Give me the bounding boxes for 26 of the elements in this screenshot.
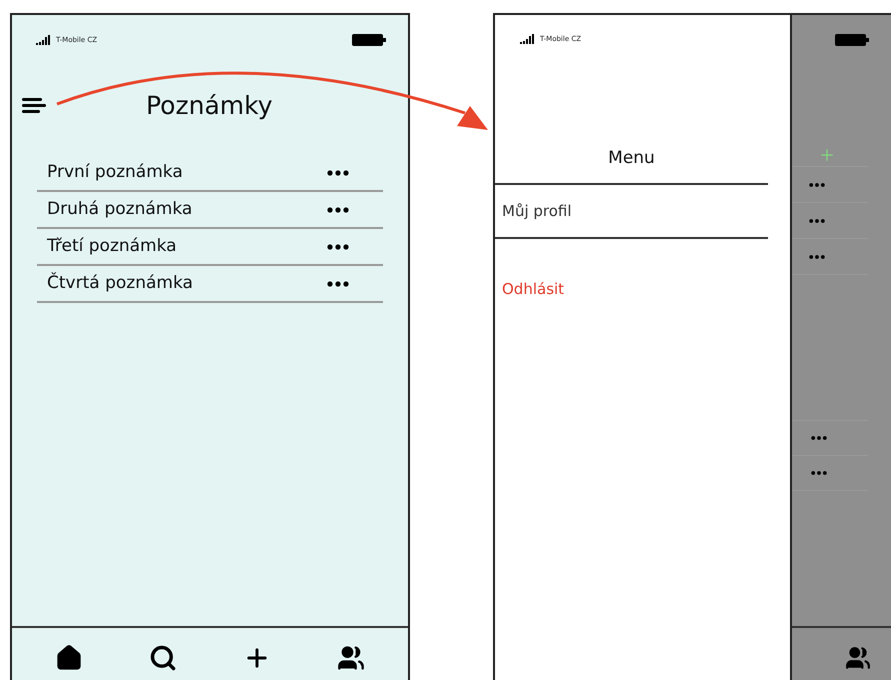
more-icon[interactable] (327, 280, 349, 286)
more-icon[interactable] (809, 218, 825, 224)
menu-item[interactable]: Odhlásit (502, 280, 564, 298)
people-icon[interactable] (845, 645, 871, 671)
battery-icon (835, 34, 869, 46)
home-icon[interactable] (55, 644, 83, 672)
more-icon[interactable] (809, 182, 825, 188)
menu-icon[interactable] (22, 98, 46, 114)
signal-icon (520, 34, 534, 44)
more-icon[interactable] (327, 244, 349, 250)
search-icon[interactable] (149, 644, 177, 672)
people-icon[interactable] (337, 644, 365, 672)
more-icon[interactable] (327, 170, 349, 176)
menu-item[interactable]: Můj profil (502, 200, 572, 222)
menu-title: Menu (608, 148, 655, 168)
signal-icon (36, 35, 50, 45)
more-icon[interactable] (811, 435, 827, 441)
note-item[interactable]: První poznámka (37, 155, 383, 192)
battery-icon (352, 34, 386, 46)
more-icon[interactable] (809, 254, 825, 260)
more-icon[interactable] (811, 470, 827, 476)
note-item[interactable]: Čtvrtá poznámka (37, 266, 383, 303)
note-item[interactable]: Třetí poznámka (37, 229, 383, 266)
screen-title: Poznámky (146, 90, 273, 122)
note-item[interactable]: Druhá poznámka (37, 192, 383, 229)
more-icon[interactable] (327, 206, 349, 212)
